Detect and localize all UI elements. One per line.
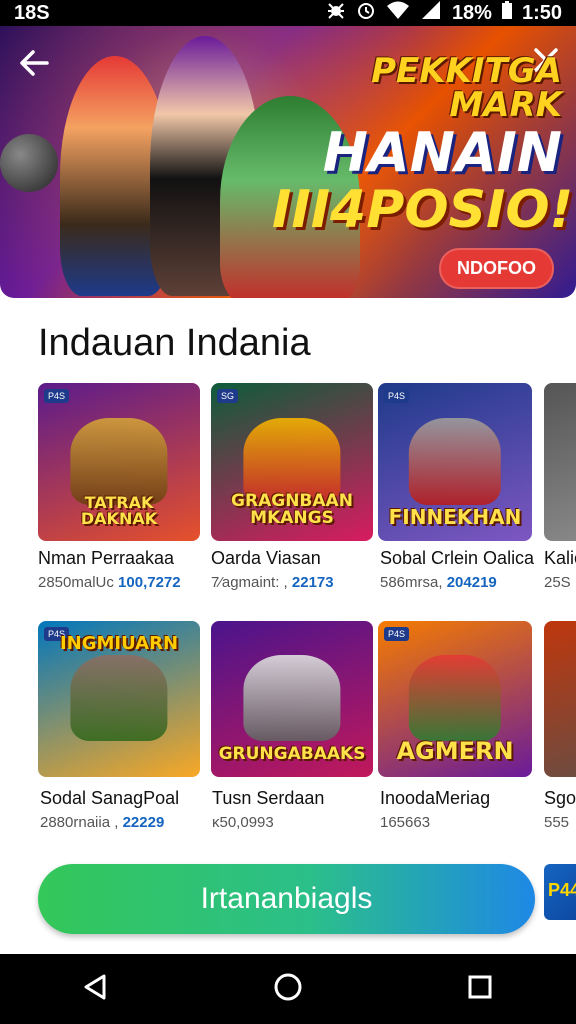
banner-title-line2: HANAIN	[322, 121, 562, 184]
game-art	[70, 417, 168, 505]
status-time: 1:50	[521, 1, 562, 24]
game-badge: P4S	[44, 389, 70, 403]
battery-icon	[501, 1, 512, 25]
game-tile[interactable]: P4S AGMERN	[378, 621, 532, 777]
status-right: 18% 1:50	[326, 0, 562, 26]
game-name: Sobal Crlein Oalica	[380, 548, 535, 568]
game-tile-partial[interactable]	[544, 383, 576, 541]
game-art	[408, 417, 502, 505]
nav-recents-button[interactable]	[450, 959, 510, 1019]
battery-level: 18%	[451, 1, 492, 24]
game-stat: 25S	[544, 574, 571, 591]
game-tile[interactable]: P4S TATRAK DAKNAK	[38, 383, 200, 541]
side-thumbnail[interactable]: P44	[544, 864, 576, 920]
wifi-icon	[386, 0, 410, 26]
game-name: Kalic	[544, 548, 576, 568]
game-stat: 586mrsa, 204219	[380, 574, 497, 591]
game-stat-value: 22173	[291, 574, 334, 591]
game-name: Tusn Serdaan	[212, 788, 325, 808]
section-title: Indauan Indania	[38, 322, 311, 364]
nav-home-button[interactable]	[258, 959, 318, 1019]
game-art-title: GRUNGABAAKS	[218, 744, 366, 764]
back-triangle-icon	[82, 973, 110, 1006]
game-stat-value: 100,7272	[118, 574, 181, 591]
game-art-title: FINNEKHAN	[388, 505, 522, 529]
game-stat: 165663	[380, 814, 430, 831]
game-art-title: AGMERN	[396, 737, 514, 765]
game-name: Sodal SanagPoal	[40, 788, 180, 808]
game-badge: P4S	[384, 627, 410, 641]
game-tile[interactable]: SG GRAGNBAAN MKANGS	[211, 383, 373, 541]
game-stat-prefix: 555	[544, 814, 570, 831]
alarm-icon	[356, 0, 376, 26]
bug-icon	[326, 0, 346, 26]
recents-square-icon	[467, 974, 493, 1005]
banner-title: PEKKITGA MARK HANAIN III4POSIO!	[272, 51, 574, 240]
game-name: Oarda Viasan	[211, 548, 321, 568]
game-stat-prefix: 25S	[544, 574, 571, 591]
status-left-text: 18S	[14, 1, 50, 24]
home-circle-icon	[273, 972, 303, 1007]
game-tile[interactable]: P4S FINNEKHAN	[378, 383, 532, 541]
game-name: InoodaMeriag	[380, 788, 491, 808]
game-art-title: INGMIUARN	[59, 633, 179, 654]
game-tile-partial[interactable]	[544, 621, 576, 777]
game-art	[70, 655, 168, 742]
banner-title-line1: PEKKITGA MARK	[371, 51, 562, 125]
banner-badge[interactable]: NDOFOO	[439, 248, 554, 289]
signal-icon	[420, 0, 442, 26]
game-art	[408, 655, 502, 742]
status-bar: 18S 18% 1:50	[0, 0, 576, 26]
orb-prop	[0, 134, 58, 192]
game-name: Sgo	[544, 788, 576, 808]
game-stat-value: 204219	[446, 574, 497, 591]
game-stat-prefix: 165663	[380, 814, 431, 831]
game-art-title: GRAGNBAAN MKANGS	[231, 491, 353, 528]
game-art-title: TATRAK DAKNAK	[80, 493, 158, 528]
primary-cta-button[interactable]: Irtananbiagls	[38, 864, 535, 934]
game-stat: 2850malUc 100,7272	[38, 574, 181, 591]
game-badge: P4S	[384, 389, 410, 403]
nav-back-button[interactable]	[66, 959, 126, 1019]
game-stat-prefix: 7⁄agmaint: ,	[211, 574, 288, 591]
game-art	[243, 655, 341, 742]
game-stat: ĸ50,0993	[212, 814, 274, 831]
hero-banner[interactable]: PEKKITGA MARK HANAIN III4POSIO! NDOFOO	[0, 26, 576, 298]
game-tile[interactable]: P4S INGMIUARN	[38, 621, 200, 777]
game-stat: 2880rnaiia , 22229	[40, 814, 164, 831]
game-stat-value: 22229	[122, 814, 165, 831]
side-thumbnail-label: P44	[548, 880, 576, 900]
game-stat: 555	[544, 814, 569, 831]
game-stat-prefix: 2850malUc	[38, 574, 114, 591]
game-stat-prefix: 2880rnaiia ,	[40, 814, 119, 831]
game-badge: SG	[217, 389, 239, 403]
game-name: Nman Perraakaa	[38, 548, 175, 568]
back-button[interactable]	[14, 46, 54, 86]
arrow-left-icon	[17, 50, 51, 88]
game-stat-prefix: ĸ50,0993	[212, 814, 274, 831]
navigation-bar	[0, 954, 576, 1024]
game-tile[interactable]: GRUNGABAAKS	[211, 621, 373, 777]
game-stat-prefix: 586mrsa,	[380, 574, 443, 591]
game-stat: 7⁄agmaint: , 22173	[211, 574, 334, 591]
banner-title-line3: III4POSIO!	[272, 180, 574, 240]
status-icons	[326, 0, 442, 26]
